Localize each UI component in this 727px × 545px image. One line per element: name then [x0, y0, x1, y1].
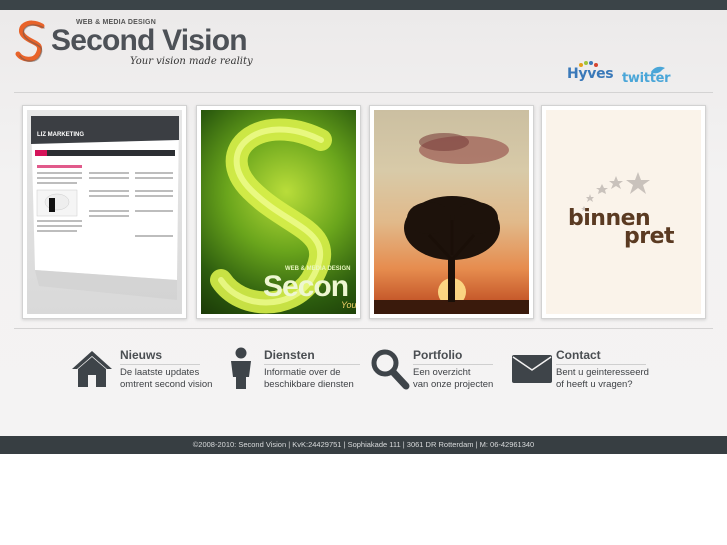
content-divider [14, 328, 713, 329]
portfolio-thumb-liz-marketing[interactable]: LIZ MARKETING [22, 105, 187, 319]
magnifier-icon [371, 349, 410, 390]
twitter-link[interactable]: twitter [622, 71, 671, 86]
logo-tagline: Your vision made reality [130, 56, 253, 67]
nav-portfolio-line [413, 364, 493, 365]
nav-portfolio-desc-1: Een overzicht [413, 367, 471, 378]
logo-name: Second Vision [51, 24, 248, 57]
nav-diensten-title[interactable]: Diensten [264, 348, 315, 362]
thumb2-big-label: Secon [263, 270, 349, 303]
nav-diensten[interactable]: Diensten Informatie over de beschikbare … [228, 346, 368, 396]
nav-portfolio[interactable]: Portfolio Een overzicht van onze project… [370, 346, 510, 396]
site-footer: ©2008-2010: Second Vision | KvK:24429751… [0, 436, 727, 454]
nav-nieuws[interactable]: Nieuws De laatste updates omtrent second… [70, 346, 220, 396]
person-icon [231, 347, 251, 389]
nav-contact-desc-1: Bent u geinteresseerd [556, 367, 649, 378]
nav-portfolio-desc-2: van onze projecten [413, 379, 494, 390]
site-logo[interactable]: WEB & MEDIA DESIGN Second Vision Your vi… [14, 16, 254, 74]
binnenpret-line2: pret [624, 224, 675, 249]
nav-contact[interactable]: Contact Bent u geinteresseerd of heeft u… [512, 346, 662, 396]
nav-contact-title[interactable]: Contact [556, 348, 601, 362]
nav-diensten-desc-1: Informatie over de [264, 367, 341, 378]
home-icon [72, 351, 112, 387]
tree-sunset-artwork [374, 133, 529, 314]
liz-marketing-label: LIZ MARKETING [37, 132, 84, 138]
nav-diensten-desc-2: beschikbare diensten [264, 379, 354, 390]
top-bar [0, 0, 727, 10]
envelope-icon [512, 355, 552, 383]
logo-swirl-icon [15, 20, 45, 62]
nav-portfolio-desc: Een overzicht van onze projecten [413, 367, 493, 391]
liz-marketing-preview [31, 116, 179, 300]
nav-contact-line [556, 364, 646, 365]
header-divider [14, 92, 713, 93]
nav-nieuws-desc: De laatste updates omtrent second vision [120, 367, 212, 391]
nav-contact-desc: Bent u geinteresseerd of heeft u vragen? [556, 367, 649, 391]
nav-nieuws-desc-1: De laatste updates [120, 367, 200, 378]
nav-diensten-line [264, 364, 360, 365]
portfolio-thumb-tree[interactable] [369, 105, 534, 319]
thumb2-tail-label: You [341, 300, 356, 310]
portfolio-thumb-binnenpret[interactable]: binnen pret [541, 105, 706, 319]
nav-portfolio-title[interactable]: Portfolio [413, 348, 462, 362]
nav-contact-desc-2: of heeft u vragen? [556, 379, 633, 390]
nav-nieuws-line [120, 364, 200, 365]
nav-nieuws-desc-2: omtrent second vision [120, 379, 213, 390]
portfolio-thumb-second-vision[interactable]: WEB & MEDIA DESIGN Secon You [196, 105, 361, 319]
nav-diensten-desc: Informatie over de beschikbare diensten [264, 367, 354, 391]
nav-nieuws-title[interactable]: Nieuws [120, 348, 162, 362]
hyves-link[interactable]: Hyves [567, 66, 614, 82]
